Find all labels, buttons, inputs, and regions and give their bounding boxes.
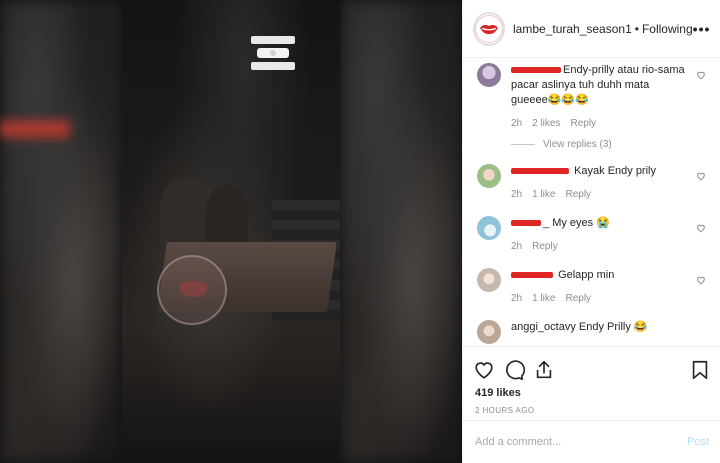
account-username[interactable]: lambe_turah_season1 xyxy=(513,22,632,36)
like-heart-icon[interactable] xyxy=(473,359,495,381)
commenter-avatar[interactable] xyxy=(477,320,501,344)
comment-body: Kayak Endy prily 2h 1 like Reply xyxy=(511,164,706,202)
video-frame xyxy=(122,0,340,463)
comment-body: Gelapp min 2h 1 like Reply xyxy=(511,268,706,306)
comment-meta: 2h 2 likes Reply xyxy=(511,116,686,131)
reply-button[interactable]: Reply xyxy=(532,239,558,254)
comment-bubble-icon[interactable] xyxy=(503,359,525,381)
comment-text: Kayak Endy prily xyxy=(574,165,656,177)
header-separator: • xyxy=(634,21,639,36)
post-media[interactable] xyxy=(0,0,462,463)
comment-meta: 2h Reply xyxy=(511,239,686,254)
following-button[interactable]: Following xyxy=(642,22,693,36)
heart-outline-icon[interactable] xyxy=(696,223,706,233)
redacted-username xyxy=(511,220,541,227)
post-comment-button[interactable]: Post xyxy=(687,436,709,448)
commenter-avatar[interactable] xyxy=(477,164,501,188)
person-silhouette xyxy=(160,178,210,248)
neon-sign-image xyxy=(251,36,295,70)
comment-item: Gelapp min 2h 1 like Reply xyxy=(477,268,706,306)
post-header: lambe_turah_season1 • Following ••• xyxy=(463,0,720,58)
comment-item: Endy-prilly atau rio-sama pacar aslinya … xyxy=(477,63,706,131)
comment-item: anggi_octavy Endy Prilly 😂 xyxy=(477,320,706,344)
blurred-background-right xyxy=(340,0,462,463)
comment-username[interactable]: anggi_octavy xyxy=(511,321,576,333)
comment-username-suffix: _ xyxy=(543,217,550,229)
view-replies-button[interactable]: View replies (3) xyxy=(511,139,706,150)
account-avatar[interactable] xyxy=(473,11,505,46)
commenter-avatar[interactable] xyxy=(477,268,501,292)
commenter-avatar[interactable] xyxy=(477,216,501,240)
comment-text: Gelapp min xyxy=(558,269,615,281)
reply-button[interactable]: Reply xyxy=(565,291,591,306)
comment-time: 2h xyxy=(511,189,523,200)
lips-logo-icon xyxy=(475,14,503,43)
watermark-logo xyxy=(157,255,227,325)
commenter-avatar[interactable] xyxy=(477,63,501,87)
share-send-icon[interactable] xyxy=(533,359,555,381)
blurred-light-streak xyxy=(0,120,70,138)
redacted-username xyxy=(511,67,561,74)
comment-body: _ My eyes 😭 2h Reply xyxy=(511,216,706,254)
reply-button[interactable]: Reply xyxy=(565,187,591,202)
add-comment-input[interactable] xyxy=(475,436,687,448)
blurred-background-left xyxy=(0,0,122,463)
comment-item: Kayak Endy prily 2h 1 like Reply xyxy=(477,164,706,202)
post-actions: 419 likes 2 HOURS AGO Post xyxy=(463,346,720,463)
comment-body: Endy-prilly atau rio-sama pacar aslinya … xyxy=(511,63,706,131)
reply-button[interactable]: Reply xyxy=(570,116,596,131)
comment-time: 2h xyxy=(511,293,523,304)
post-timestamp[interactable]: 2 HOURS AGO xyxy=(463,399,720,415)
redacted-username xyxy=(511,272,553,279)
heart-outline-icon[interactable] xyxy=(696,171,706,181)
heart-outline-icon[interactable] xyxy=(696,70,706,80)
more-options-icon[interactable]: ••• xyxy=(693,21,711,37)
redacted-username xyxy=(511,168,569,175)
bookmark-save-icon[interactable] xyxy=(689,359,711,381)
person-silhouette xyxy=(206,185,248,249)
comment-meta: 2h 1 like Reply xyxy=(511,291,686,306)
comment-body: anggi_octavy Endy Prilly 😂 xyxy=(511,320,706,344)
post-side-panel: lambe_turah_season1 • Following ••• Endy… xyxy=(462,0,720,463)
comments-list[interactable]: Endy-prilly atau rio-sama pacar aslinya … xyxy=(463,58,720,346)
comment-time: 2h xyxy=(511,241,523,252)
comment-likes[interactable]: 2 likes xyxy=(532,116,560,131)
comment-meta: 2h 1 like Reply xyxy=(511,187,686,202)
add-comment-bar: Post xyxy=(463,420,720,463)
action-icons-row xyxy=(463,347,720,385)
heart-outline-icon[interactable] xyxy=(696,275,706,285)
comment-likes[interactable]: 1 like xyxy=(532,291,555,306)
comment-likes[interactable]: 1 like xyxy=(532,187,555,202)
comment-text: My eyes 😭 xyxy=(552,217,610,229)
comment-time: 2h xyxy=(511,118,523,129)
comment-item: _ My eyes 😭 2h Reply xyxy=(477,216,706,254)
comment-text: Endy Prilly 😂 xyxy=(578,321,648,333)
likes-count[interactable]: 419 likes xyxy=(463,385,720,399)
